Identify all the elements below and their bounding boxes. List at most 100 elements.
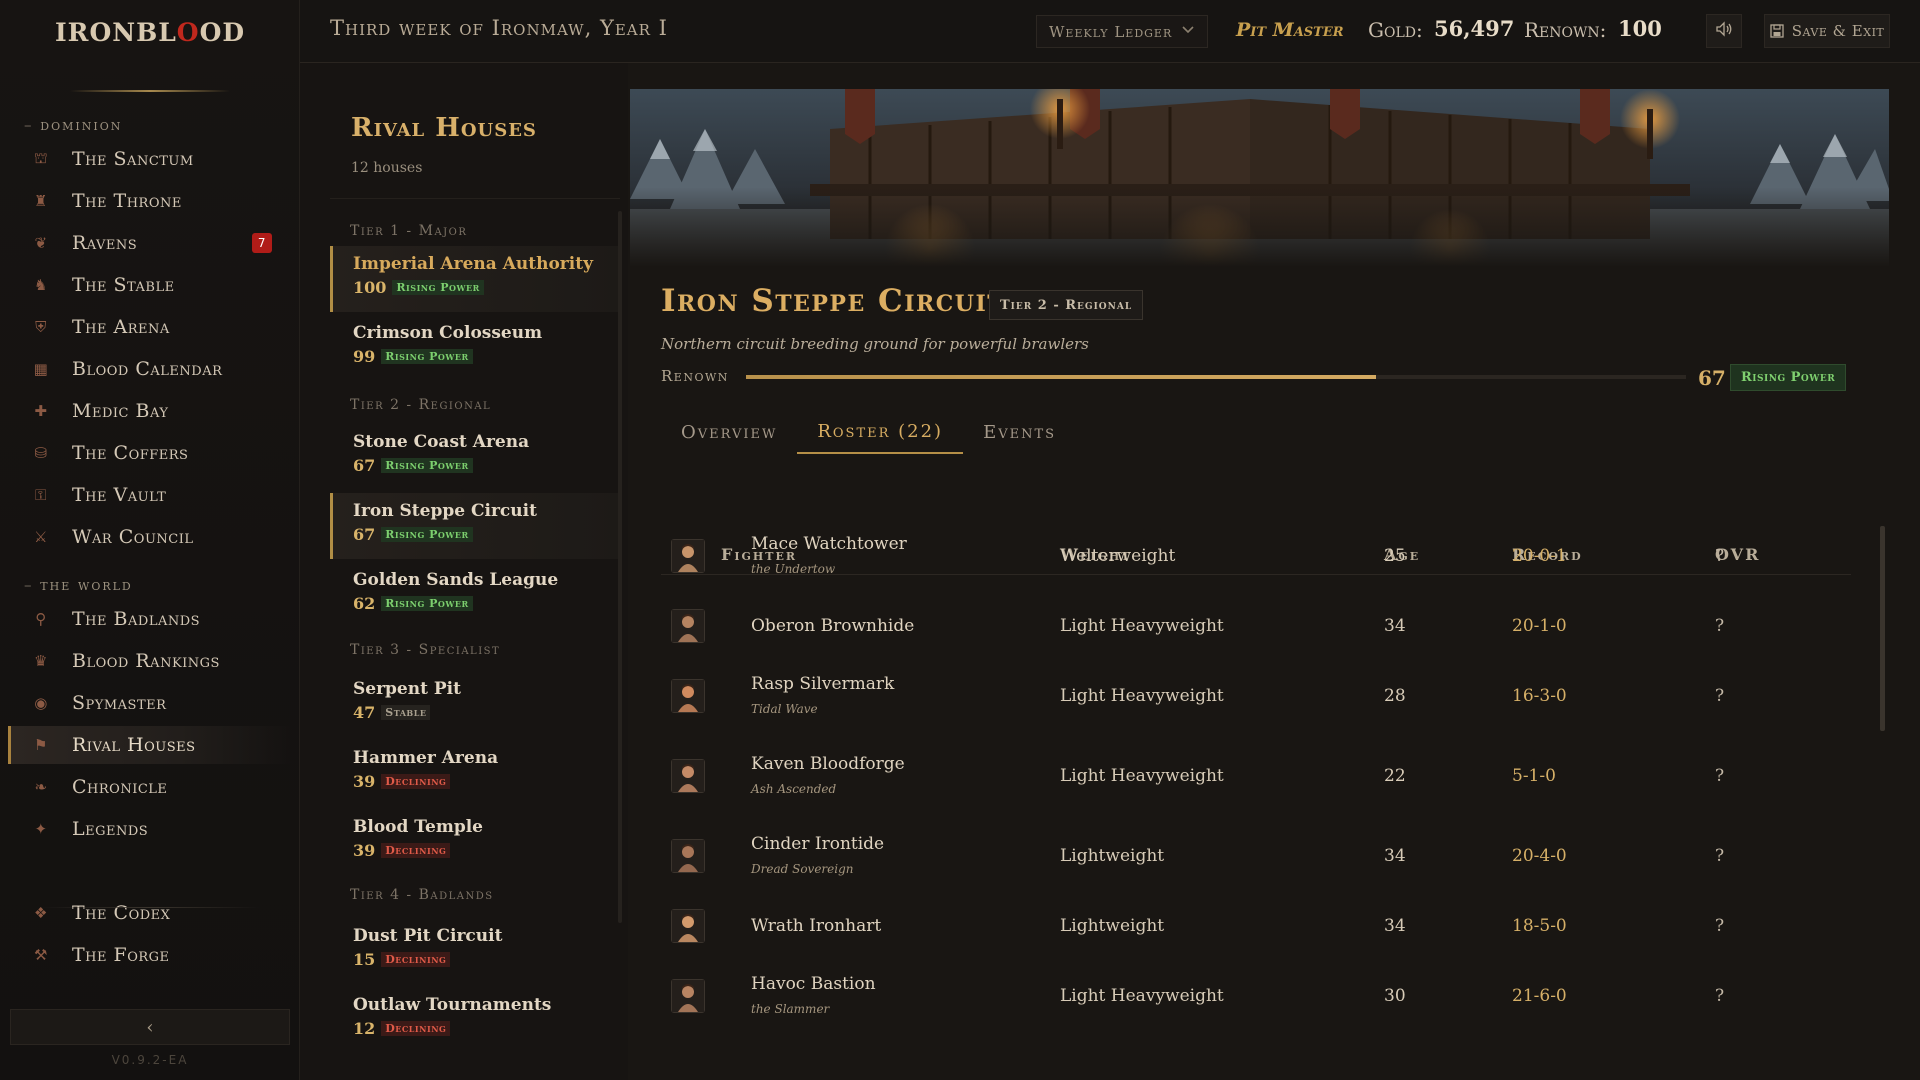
fighter-weight: Lightweight: [1060, 846, 1165, 866]
fighter-nickname: Ash Ascended: [751, 782, 837, 796]
fighter-weight: Lightweight: [1060, 916, 1165, 936]
tab-events[interactable]: Events: [963, 410, 1076, 454]
collapse-sidebar-button[interactable]: ‹: [10, 1009, 290, 1045]
house-tier-badge: Tier 2 - Regional: [989, 290, 1144, 320]
sidebar-section-dominion: dominion: [24, 116, 122, 134]
sidebar-item-ravens[interactable]: ❦ Ravens 7: [8, 224, 292, 262]
weekly-ledger-dropdown[interactable]: Weekly Ledger: [1036, 15, 1208, 48]
house-name: Dust Pit Circuit: [353, 926, 503, 946]
house-list-item[interactable]: Imperial Arena Authority 100 Rising Power: [330, 246, 620, 312]
save-exit-button[interactable]: Save & Exit: [1764, 14, 1890, 48]
sidebar-item-the-codex[interactable]: ❖ The Codex: [8, 894, 292, 932]
house-list-item[interactable]: Blood Temple 39 Declining: [330, 809, 620, 875]
fighter-record: 21-6-0: [1512, 986, 1567, 1006]
ledger-label: Weekly Ledger: [1049, 22, 1173, 41]
fighter-weight: Light Heavyweight: [1060, 766, 1224, 786]
fighter-age: 28: [1384, 686, 1406, 706]
tab-roster[interactable]: Roster (22): [797, 410, 964, 454]
house-list-item[interactable]: Dust Pit Circuit 15 Declining: [330, 918, 620, 984]
fighter-name: Wrath Ironhart: [751, 916, 882, 936]
sidebar-item-label: Spymaster: [72, 692, 167, 714]
fighter-nickname: the Undertow: [751, 562, 836, 576]
house-description: Northern circuit breeding ground for pow…: [661, 335, 1089, 353]
chevron-down-icon: [1181, 22, 1195, 40]
house-renown: 62: [353, 594, 376, 613]
sidebar-item-the-forge[interactable]: ⚒ The Forge: [8, 936, 292, 974]
sidebar-item-the-vault[interactable]: ⚿ The Vault: [8, 476, 292, 514]
sidebar-item-the-coffers[interactable]: ⛁ The Coffers: [8, 434, 292, 472]
table-row[interactable]: Havoc Bastion the Slammer Light Heavyweigh…: [661, 962, 1851, 1030]
sidebar-item-medic-bay[interactable]: ✚ Medic Bay: [8, 392, 292, 430]
renown-progress-bar: [746, 375, 1686, 379]
sidebar-item-label: Blood Rankings: [72, 650, 220, 672]
medic-icon: ✚: [34, 402, 48, 420]
fighter-age: 25: [1384, 546, 1406, 566]
fighter-weight: Light Heavyweight: [1060, 616, 1224, 636]
house-banner-image: [630, 89, 1889, 267]
sidebar-item-label: The Coffers: [72, 442, 189, 464]
fighter-portrait: [671, 979, 705, 1013]
speaker-icon: [1715, 21, 1733, 41]
table-row[interactable]: Rasp Silvermark Tidal Wave Light Heavyweig…: [661, 662, 1851, 730]
house-renown: 39: [353, 841, 376, 860]
sidebar-item-spymaster[interactable]: ◉ Spymaster: [8, 684, 292, 722]
house-list-item[interactable]: Crimson Colosseum 99 Rising Power: [330, 315, 620, 381]
codex-icon: ❖: [34, 904, 48, 922]
sidebar-item-chronicle[interactable]: ❧ Chronicle: [8, 768, 292, 806]
house-list-scrollbar[interactable]: [618, 211, 622, 923]
table-row[interactable]: Oberon Brownhide Light Heavyweight 34 20-1-…: [661, 592, 1851, 660]
altar-icon: ⛫: [33, 149, 49, 167]
fighter-age: 34: [1384, 846, 1406, 866]
renown-status-badge: Rising Power: [1730, 364, 1847, 391]
house-list-item[interactable]: Iron Steppe Circuit 67 Rising Power: [330, 493, 620, 559]
sidebar-item-rival-houses[interactable]: ⚑ Rival Houses: [8, 726, 292, 764]
fighter-record: 20-0-1: [1512, 546, 1567, 566]
legends-icon: ✦: [34, 820, 48, 838]
save-icon: [1770, 24, 1784, 38]
tab-overview[interactable]: Overview: [661, 410, 797, 454]
fighter-ovr: ?: [1715, 616, 1725, 636]
roster-scrollbar[interactable]: [1880, 526, 1885, 731]
house-name: Outlaw Tournaments: [353, 995, 552, 1015]
fighter-age: 30: [1384, 986, 1406, 1006]
house-list-item[interactable]: Golden Sands League 62 Rising Power: [330, 562, 620, 628]
sidebar-item-label: The Sanctum: [72, 148, 194, 170]
house-list-item[interactable]: Hammer Arena 39 Declining: [330, 740, 620, 806]
table-row[interactable]: Cinder Irontide Dread Sovereign Lightweigh…: [661, 822, 1851, 890]
sidebar-item-label: The Badlands: [72, 608, 201, 630]
sidebar-item-blood-rankings[interactable]: ♛ Blood Rankings: [8, 642, 292, 680]
sidebar-item-the-stable[interactable]: ♞ The Stable: [8, 266, 292, 304]
tier-heading: Tier 1 - Major: [350, 223, 468, 239]
house-list-item[interactable]: Serpent Pit 47 Stable: [330, 671, 620, 737]
sidebar-item-the-sanctum[interactable]: ⛫ The Sanctum: [8, 140, 292, 178]
arena-icon: ⛨: [35, 318, 47, 336]
house-name: Serpent Pit: [353, 679, 461, 699]
sidebar-item-blood-calendar[interactable]: ▦ Blood Calendar: [8, 350, 292, 388]
war-council-icon: ⚔: [34, 528, 48, 546]
fighter-record: 5-1-0: [1512, 766, 1556, 786]
sidebar-item-war-council[interactable]: ⚔ War Council: [8, 518, 292, 556]
table-row[interactable]: Mace Watchtower the Undertow Welterweight 2…: [661, 522, 1851, 590]
table-row[interactable]: Wrath Ironhart Lightweight 34 18-5-0?: [661, 892, 1851, 960]
sidebar-item-the-throne[interactable]: ♜ The Throne: [8, 182, 292, 220]
house-list-item[interactable]: Outlaw Tournaments 12 Declining: [330, 987, 620, 1053]
renown-progress-fill: [746, 375, 1376, 379]
table-row[interactable]: Kaven Bloodforge Ash Ascended Light Heavyw…: [661, 742, 1851, 810]
fighter-ovr: ?: [1715, 766, 1725, 786]
sound-toggle-button[interactable]: [1706, 14, 1742, 48]
house-status-badge: Rising Power: [392, 280, 484, 295]
sidebar-item-the-arena[interactable]: ⛨ The Arena: [8, 308, 292, 346]
raven-icon: ❦: [34, 234, 48, 252]
fighter-weight: Light Heavyweight: [1060, 986, 1224, 1006]
sidebar-item-the-badlands[interactable]: ⚲ The Badlands: [8, 600, 292, 638]
sidebar-item-label: The Arena: [72, 316, 170, 338]
fighter-record: 20-4-0: [1512, 846, 1567, 866]
player-rank: Pit Master: [1236, 19, 1344, 41]
sidebar-item-legends[interactable]: ✦ Legends: [8, 810, 292, 848]
save-exit-label: Save & Exit: [1791, 22, 1885, 40]
house-list-item[interactable]: Stone Coast Arena 67 Rising Power: [330, 424, 620, 490]
coffers-icon: ⛁: [34, 444, 48, 462]
tier-heading: Tier 4 - Badlands: [350, 887, 494, 903]
house-title: Iron Steppe Circuit: [661, 283, 1006, 319]
detail-tabs: Overview Roster (22) Events: [661, 410, 1076, 454]
